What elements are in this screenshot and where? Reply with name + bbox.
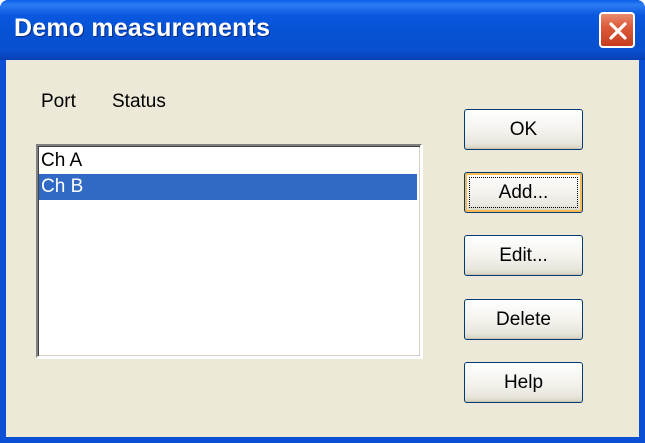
help-button[interactable]: Help [464,362,583,403]
title-bar[interactable]: Demo measurements [0,0,645,60]
edit-button-label: Edit... [499,245,548,266]
delete-button[interactable]: Delete [464,299,583,340]
help-button-label: Help [503,372,544,393]
column-header-status[interactable]: Status [112,91,166,113]
measurements-listbox[interactable]: Ch A Ch B [36,144,422,358]
column-header-port[interactable]: Port [41,91,76,113]
ok-button-label: OK [509,119,538,140]
dialog-body: Port Status Ch A Ch B OK Add... Edit... … [6,60,639,437]
edit-button[interactable]: Edit... [464,235,583,276]
add-button-label: Add... [498,182,549,203]
list-item-ch-b[interactable]: Ch B [39,174,417,200]
close-button[interactable] [599,12,635,48]
add-button[interactable]: Add... [464,172,583,213]
list-item-ch-a[interactable]: Ch A [39,148,417,174]
ok-button[interactable]: OK [464,109,583,150]
dialog-window: Demo measurements Port Status Ch A Ch B … [0,0,645,443]
delete-button-label: Delete [496,309,551,330]
window-title: Demo measurements [14,14,271,42]
